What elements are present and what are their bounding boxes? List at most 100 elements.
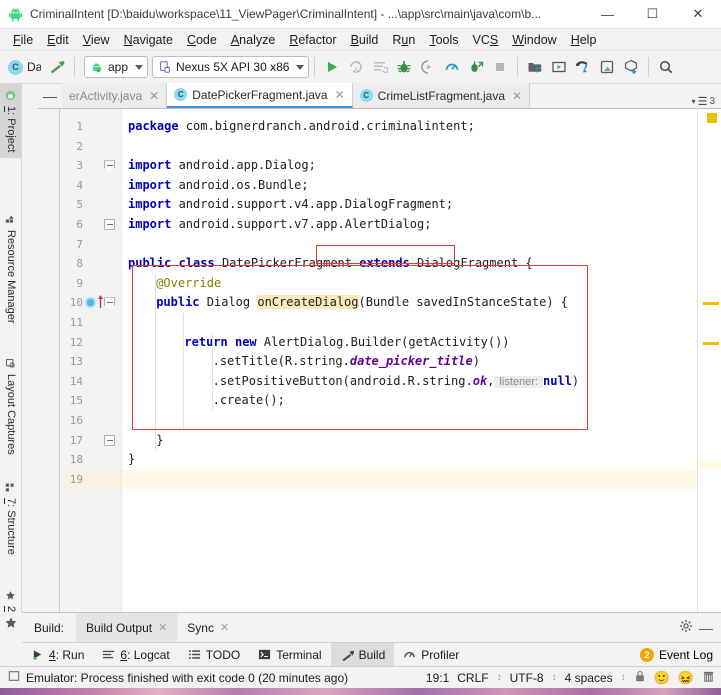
maximize-button[interactable]: ☐ [630, 0, 675, 29]
build-panel-tab-build-output[interactable]: Build Output ✕ [76, 612, 178, 643]
tab-list-button[interactable]: ▾ ☰ 3 [692, 95, 721, 108]
menu-item-build[interactable]: Build [344, 31, 386, 49]
layout-captures-icon [6, 358, 17, 369]
stop-button[interactable] [488, 55, 512, 79]
editor-tab-crimelistfragment[interactable]: C CrimeListFragment.java ✕ [352, 83, 531, 108]
feedback-happy-icon[interactable]: 🙂 [654, 670, 670, 686]
indent-setting[interactable]: 4 spaces [565, 671, 613, 685]
code-fold-toggle[interactable] [104, 160, 115, 174]
attach-debugger-button[interactable] [416, 55, 440, 79]
editor-gutter[interactable]: 1 2 3 4 5 6 7 8 9 10 11 12 13 14 15 16 17 18 19 [60, 109, 122, 612]
close-tab-icon[interactable]: ✕ [512, 89, 522, 103]
gradle-sync-button[interactable] [571, 55, 595, 79]
device-selector[interactable]: Nexus 5X API 30 x86 [152, 56, 310, 78]
build-panel-tab-sync[interactable]: Sync ✕ [177, 613, 239, 643]
menu-item-refactor[interactable]: Refactor [282, 31, 343, 49]
menu-item-run[interactable]: Run [385, 31, 422, 49]
line-separator[interactable]: CRLF [457, 671, 488, 685]
warning-stripe-marker[interactable] [703, 342, 719, 345]
code-line[interactable]: import android.app.Dialog; [128, 156, 316, 176]
gear-icon[interactable] [679, 619, 693, 636]
line-number: 17 [69, 433, 83, 447]
run-button[interactable] [320, 55, 344, 79]
hide-tool-window-button[interactable]: — [38, 83, 62, 108]
code-line[interactable]: import android.support.v7.app.AlertDialo… [128, 215, 431, 235]
code-line[interactable]: } [156, 431, 163, 451]
code-area[interactable]: package com.bignerdranch.android.crimina… [122, 109, 697, 612]
inspection-warning-indicator[interactable] [707, 113, 717, 123]
code-line[interactable]: .setPositiveButton(android.R.string.ok, … [213, 372, 579, 392]
apply-changes-button[interactable]: A [344, 55, 368, 79]
bottom-tool-tab-todo[interactable]: TODO [179, 643, 249, 667]
profiler-button[interactable] [440, 55, 464, 79]
code-line[interactable]: .setTitle(R.string.date_picker_title) [213, 352, 480, 372]
close-icon[interactable]: ✕ [220, 621, 229, 634]
code-line[interactable]: @Override [156, 274, 221, 294]
menu-item-vcs[interactable]: VCS [466, 31, 506, 49]
caret-position[interactable]: 19:1 [426, 671, 449, 685]
menu-item-view[interactable]: View [76, 31, 117, 49]
tool-window-tab-structure[interactable]: 7: Structure [0, 476, 22, 572]
code-line[interactable]: package com.bignerdranch.android.crimina… [128, 117, 475, 137]
sdk-manager-button[interactable] [523, 55, 547, 79]
breadcrumb[interactable]: C Da [4, 59, 45, 75]
code-line[interactable]: return new AlertDialog.Builder(getActivi… [184, 333, 509, 353]
layout-inspector-button[interactable] [595, 55, 619, 79]
code-fold-toggle[interactable] [104, 434, 115, 446]
bottom-tool-tab-terminal[interactable]: Terminal [249, 643, 330, 667]
favorites-star-icon[interactable] [4, 616, 18, 630]
feedback-sad-icon[interactable]: 😖 [678, 670, 694, 686]
avd-manager-button[interactable] [547, 55, 571, 79]
menu-item-help[interactable]: Help [564, 31, 604, 49]
tool-window-tab-layout-captures[interactable]: Layout Captures [0, 352, 22, 472]
code-line[interactable]: public Dialog onCreateDialog(Bundle save… [156, 293, 568, 313]
code-line[interactable]: public class DatePickerFragment extends … [128, 254, 533, 274]
inspection-icon[interactable] [702, 670, 715, 686]
line-number: 11 [69, 316, 83, 329]
close-tab-icon[interactable]: ✕ [149, 89, 159, 103]
encoding[interactable]: UTF-8 [510, 671, 544, 685]
left-tool-window-strip: 1: Project Resource Manager Layout Capture… [0, 84, 22, 663]
event-log-label: Event Log [658, 647, 713, 662]
device-file-explorer-button[interactable] [619, 55, 643, 79]
apply-code-changes-button[interactable] [368, 55, 392, 79]
code-fold-toggle[interactable] [104, 219, 115, 230]
minimize-button[interactable]: — [585, 0, 630, 29]
make-project-button[interactable] [45, 55, 69, 79]
bottom-tool-tab-profiler[interactable]: Profiler [394, 643, 468, 667]
warning-stripe-marker[interactable] [703, 302, 719, 305]
code-line[interactable]: .create(); [213, 391, 285, 411]
code-line[interactable]: import android.support.v4.app.DialogFrag… [128, 195, 453, 215]
code-editor[interactable]: 1 2 3 4 5 6 7 8 9 10 11 12 13 14 15 16 17 18 19 package co… [60, 109, 697, 612]
run-with-coverage-button[interactable] [464, 55, 488, 79]
editor-tab-datepickerfragment[interactable]: C DatePickerFragment.java ✕ [167, 83, 353, 108]
override-method-marker-icon[interactable] [85, 297, 96, 309]
code-fold-toggle[interactable] [104, 297, 115, 311]
menu-item-code[interactable]: Code [180, 31, 224, 49]
close-button[interactable]: ✕ [675, 0, 721, 29]
editor-tab-eractivity[interactable]: erActivity.java ✕ [62, 83, 168, 108]
bottom-tool-tab-build[interactable]: Build [330, 642, 395, 667]
minimize-icon[interactable]: — [699, 620, 713, 636]
marker-gutter[interactable] [697, 109, 721, 612]
module-selector[interactable]: app [84, 56, 149, 78]
code-line[interactable]: } [128, 450, 135, 470]
menu-item-navigate[interactable]: Navigate [117, 31, 180, 49]
menu-item-file[interactable]: File [6, 31, 40, 49]
tool-window-tab-resource-manager[interactable]: Resource Manager [0, 208, 22, 348]
search-everywhere-button[interactable] [654, 55, 678, 79]
menu-item-edit[interactable]: Edit [40, 31, 76, 49]
tool-window-tab-project[interactable]: 1: Project [0, 84, 22, 158]
close-tab-icon[interactable]: ✕ [335, 88, 345, 102]
menu-item-tools[interactable]: Tools [422, 31, 465, 49]
menu-item-analyze[interactable]: Analyze [224, 31, 282, 49]
bottom-tool-tab-6-logcat[interactable]: 6: Logcat [93, 643, 178, 667]
read-only-lock-icon[interactable] [634, 670, 646, 686]
code-token: import [128, 158, 172, 173]
close-icon[interactable]: ✕ [158, 621, 167, 634]
menu-item-window[interactable]: Window [505, 31, 563, 49]
event-log-button[interactable]: 2 Event Log [639, 647, 721, 662]
debug-button[interactable] [392, 55, 416, 79]
bottom-tool-tab-4-run[interactable]: 4: Run [22, 643, 93, 667]
code-line[interactable]: import android.os.Bundle; [128, 176, 309, 196]
